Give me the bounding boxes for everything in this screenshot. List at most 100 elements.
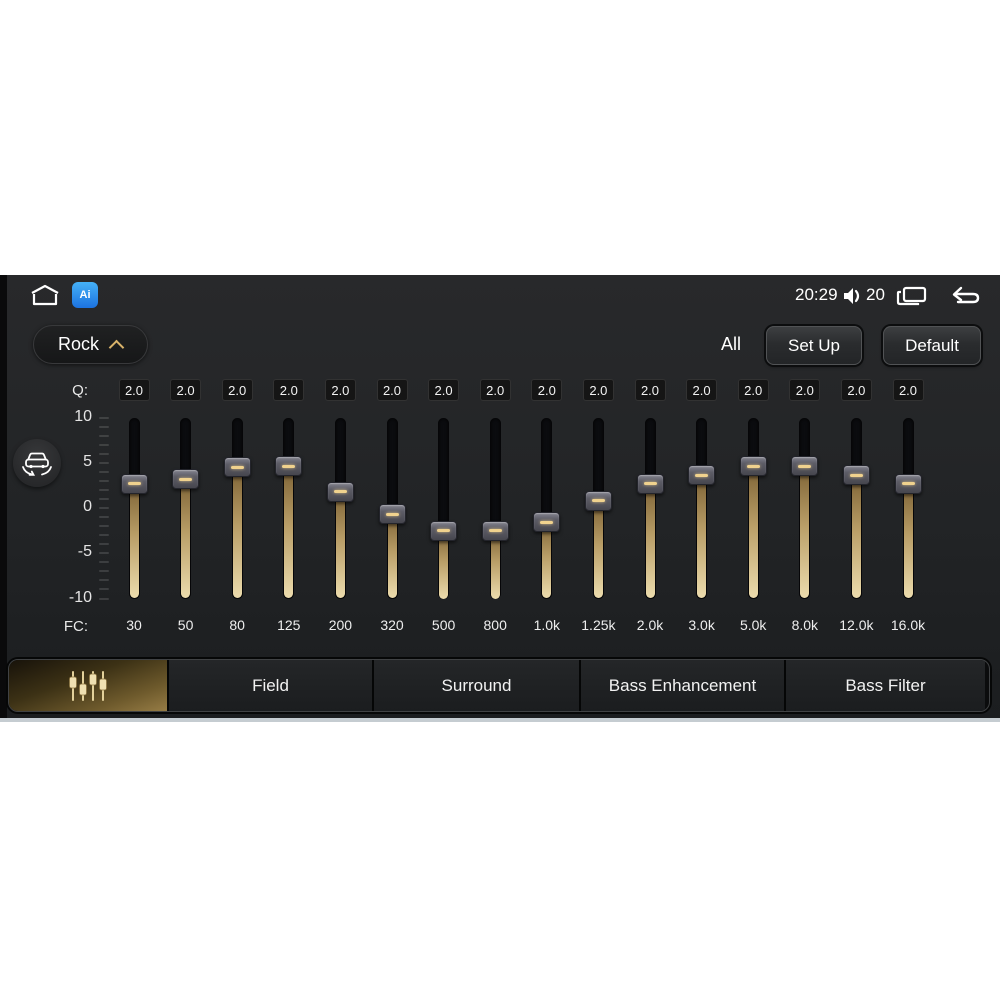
- recent-apps-icon[interactable]: [896, 285, 928, 312]
- axis-tick: [99, 543, 109, 546]
- fc-label: 800: [483, 617, 507, 633]
- tab-equalizer[interactable]: [9, 660, 169, 711]
- slider-handle[interactable]: [584, 490, 612, 511]
- car-sound-field-button[interactable]: [13, 439, 61, 487]
- slider-handle[interactable]: [842, 465, 870, 486]
- fc-label: 12.0k: [839, 617, 874, 633]
- slider-handle[interactable]: [223, 457, 251, 478]
- slider-gold-fill: [645, 483, 655, 599]
- speaker-icon: [842, 286, 864, 311]
- slider-gold-fill: [748, 466, 758, 599]
- q-value-box[interactable]: 2.0: [686, 379, 718, 401]
- axis-tick: [99, 525, 109, 528]
- fc-label: 3.0k: [688, 617, 715, 633]
- slider-handle[interactable]: [378, 504, 406, 525]
- axis-tick: [99, 552, 109, 555]
- q-value-box[interactable]: 2.0: [170, 379, 202, 401]
- slider-gold-fill: [335, 491, 345, 599]
- q-value-box[interactable]: 2.0: [531, 379, 563, 401]
- fc-label: 500: [431, 617, 456, 633]
- slider-gold-fill: [851, 475, 861, 599]
- tab-field[interactable]: Field: [169, 660, 374, 711]
- home-icon[interactable]: [28, 283, 62, 312]
- q-value-box[interactable]: 2.0: [634, 379, 666, 401]
- clock: 20:29: [795, 285, 838, 304]
- q-value-box[interactable]: 2.0: [789, 379, 821, 401]
- slider-gold-fill: [439, 530, 449, 599]
- slider-gold-fill: [903, 483, 913, 599]
- slider-handle[interactable]: [172, 469, 200, 490]
- tab-bass-enhancement[interactable]: Bass Enhancement: [581, 660, 786, 711]
- q-value-box[interactable]: 2.0: [428, 379, 460, 401]
- axis-tick: [99, 425, 109, 428]
- axis-tick: [99, 452, 109, 455]
- slider-gold-fill: [284, 466, 294, 599]
- slider-gold-fill: [232, 467, 242, 599]
- fc-label: 30: [126, 617, 142, 633]
- fc-label: 320: [380, 617, 404, 633]
- slider-handle[interactable]: [739, 456, 767, 477]
- slider-handle[interactable]: [275, 456, 303, 477]
- axis-tick: [99, 588, 109, 591]
- axis-tick: [99, 507, 109, 509]
- slider-handle[interactable]: [481, 520, 509, 541]
- slider-handle[interactable]: [430, 520, 458, 541]
- axis-tick: [99, 479, 109, 482]
- slider-gold-fill: [593, 500, 603, 599]
- q-value-box[interactable]: 2.0: [376, 379, 408, 401]
- head-unit-screen: Ai 20:29 20 Rock All Set Up Default Q: F…: [0, 275, 1000, 718]
- setup-button[interactable]: Set Up: [766, 326, 862, 365]
- slider-handle[interactable]: [636, 473, 664, 494]
- slider-gold-fill: [542, 522, 552, 599]
- volume-level: 20: [866, 285, 885, 304]
- q-row-label: Q:: [72, 382, 88, 399]
- tab-bass-filter[interactable]: Bass Filter: [786, 660, 985, 711]
- fc-label: 1.25k: [581, 617, 616, 633]
- axis-tick: [99, 434, 109, 437]
- slider-gold-fill: [181, 479, 191, 599]
- default-button[interactable]: Default: [883, 326, 981, 365]
- slider-gold-fill: [387, 514, 397, 599]
- q-value-box[interactable]: 2.0: [737, 379, 769, 401]
- slider-handle[interactable]: [791, 456, 819, 477]
- all-button[interactable]: All: [721, 334, 741, 355]
- slider-handle[interactable]: [533, 512, 561, 533]
- slider-handle[interactable]: [120, 473, 148, 494]
- ai-app-icon[interactable]: Ai: [72, 282, 98, 308]
- q-value-box[interactable]: 2.0: [118, 379, 150, 401]
- preset-label: Rock: [57, 334, 99, 354]
- fc-label: 125: [277, 617, 301, 633]
- fc-label: 8.0k: [791, 617, 819, 633]
- axis-tick: [99, 470, 109, 473]
- axis-tick: [99, 488, 109, 491]
- axis-label-0: 0: [83, 498, 92, 515]
- chevron-up-icon: [111, 339, 123, 351]
- slider-handle[interactable]: [326, 481, 354, 502]
- slider-gold-fill: [490, 530, 500, 599]
- slider-gold-fill: [697, 475, 707, 599]
- tab-surround[interactable]: Surround: [374, 660, 581, 711]
- q-value-box[interactable]: 2.0: [840, 379, 872, 401]
- screen-bottom-edge: [0, 718, 1000, 722]
- fc-label: 5.0k: [739, 617, 767, 633]
- back-icon[interactable]: [948, 285, 981, 313]
- q-value-box[interactable]: 2.0: [479, 379, 511, 401]
- page: Ai 20:29 20 Rock All Set Up Default Q: F…: [0, 0, 1000, 1000]
- q-value-box[interactable]: 2.0: [582, 379, 614, 401]
- fc-row-label: FC:: [63, 618, 88, 635]
- q-value-box[interactable]: 2.0: [273, 379, 305, 401]
- fc-label: 16.0k: [890, 617, 926, 633]
- bottom-tab-bar: Field Surround Bass Enhancement Bass Fil…: [8, 659, 990, 712]
- q-value-box[interactable]: 2.0: [221, 379, 253, 401]
- axis-tick: [99, 561, 109, 564]
- slider-handle[interactable]: [688, 465, 716, 486]
- preset-dropdown[interactable]: Rock: [33, 325, 148, 364]
- q-value-box[interactable]: 2.0: [892, 379, 924, 401]
- q-value-box[interactable]: 2.0: [324, 379, 356, 401]
- axis-tick: [99, 416, 109, 419]
- axis-tick: [99, 597, 109, 600]
- fc-label: 200: [328, 617, 353, 633]
- slider-handle[interactable]: [894, 473, 922, 494]
- axis-label--10: -10: [68, 588, 92, 606]
- axis-tick: [99, 461, 109, 464]
